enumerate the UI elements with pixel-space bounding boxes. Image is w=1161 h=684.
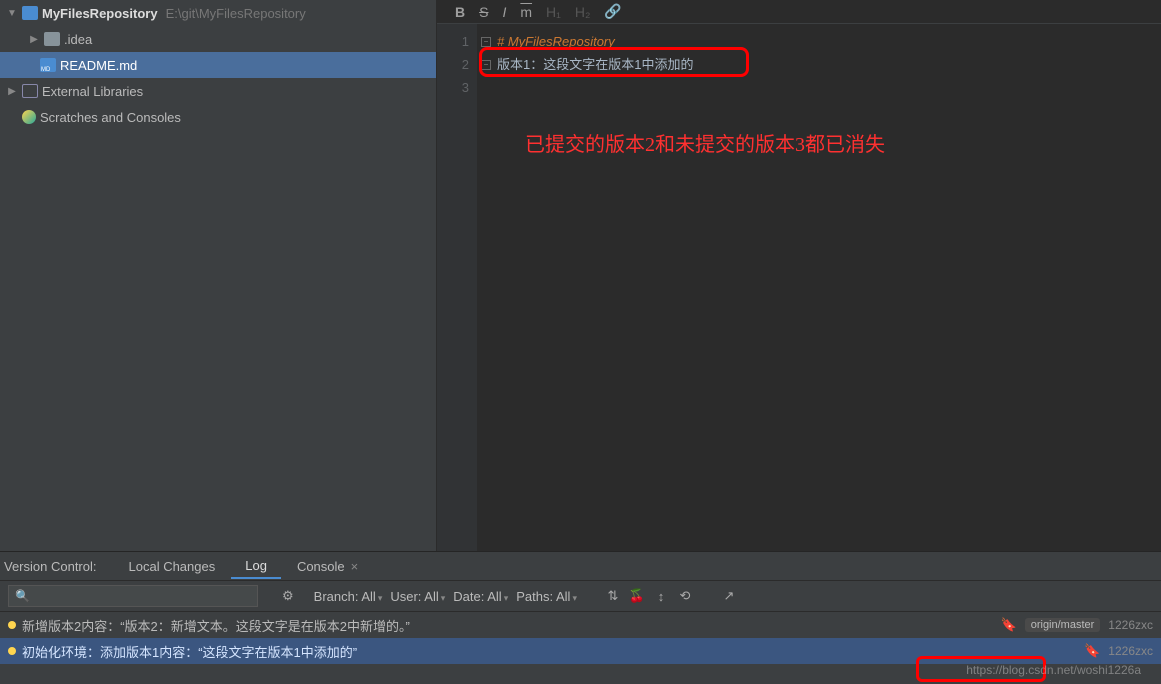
commit-dot-icon: [8, 621, 16, 629]
vc-title: Version Control:: [4, 559, 113, 574]
version-control-panel: Version Control: Local Changes Log Conso…: [0, 551, 1161, 684]
link-button[interactable]: 🔗: [604, 3, 621, 20]
vc-tab-bar: Version Control: Local Changes Log Conso…: [0, 552, 1161, 580]
markdown-toolbar: B S I m H₁ H₂ 🔗: [437, 0, 1161, 24]
code-button[interactable]: m: [520, 4, 532, 20]
commit-message: 初始化环境：添加版本1内容：“这段文字在版本1中添加的”: [22, 642, 357, 661]
tree-item-external-libraries[interactable]: ▶ External Libraries: [0, 78, 436, 104]
intellisort-icon[interactable]: ⇅: [605, 588, 621, 604]
search-input[interactable]: [8, 585, 258, 607]
editor-pane: B S I m H₁ H₂ 🔗 1 2 3 − # MyFilesReposit…: [437, 0, 1161, 551]
markdown-file-icon: [40, 58, 56, 72]
commit-search[interactable]: [8, 585, 258, 607]
branch-filter[interactable]: Branch: All▾: [314, 589, 383, 604]
h1-button[interactable]: H₁: [546, 4, 561, 20]
tag-icon: 🔖: [1001, 617, 1017, 633]
cherry-pick-icon[interactable]: 🍒: [629, 588, 645, 604]
line-gutter: 1 2 3: [437, 24, 477, 551]
commit-user: 1226zxc: [1108, 644, 1153, 658]
scratches-label: Scratches and Consoles: [40, 110, 181, 125]
folder-label: .idea: [64, 32, 92, 47]
code-line-2: 版本1：这段文字在版本1中添加的: [497, 53, 693, 76]
commit-message: 新增版本2内容：“版本2：新增文本。这段文字是在版本2中新增的。”: [22, 616, 410, 635]
collapse-arrow-icon[interactable]: ▶: [6, 86, 18, 97]
scratches-icon: [22, 110, 36, 124]
gear-icon[interactable]: ⚙: [282, 588, 294, 604]
collapse-arrow-icon[interactable]: ▶: [28, 34, 40, 45]
tab-local-changes[interactable]: Local Changes: [115, 555, 230, 578]
vc-filter-bar: ⚙ Branch: All▾ User: All▾ Date: All▾ Pat…: [0, 580, 1161, 612]
expand-arrow-icon[interactable]: ▼: [6, 8, 18, 19]
project-name: MyFilesRepository: [42, 6, 158, 21]
branch-label: origin/master: [1025, 618, 1101, 632]
tab-console[interactable]: Console×: [283, 555, 372, 578]
tree-item-readme[interactable]: README.md: [0, 52, 436, 78]
paths-filter[interactable]: Paths: All▾: [516, 589, 577, 604]
commit-user: 1226zxc: [1108, 618, 1153, 632]
tree-root[interactable]: ▼ MyFilesRepository E:\git\MyFilesReposi…: [0, 0, 436, 26]
file-label: README.md: [60, 58, 137, 73]
collapse-icon[interactable]: ↕: [653, 588, 669, 604]
user-filter[interactable]: User: All▾: [390, 589, 445, 604]
strikethrough-button[interactable]: S: [479, 4, 488, 20]
folder-icon: [44, 32, 60, 46]
date-filter[interactable]: Date: All▾: [453, 589, 508, 604]
code-area[interactable]: − # MyFilesRepository − 版本1：这段文字在版本1中添加的…: [477, 24, 1161, 551]
watermark-text: https://blog.csdn.net/woshi1226a: [966, 663, 1141, 677]
bold-button[interactable]: B: [455, 4, 465, 20]
editor-body[interactable]: 1 2 3 − # MyFilesRepository − 版本1：这段文字在版…: [437, 24, 1161, 551]
project-path: E:\git\MyFilesRepository: [166, 6, 306, 21]
h2-button[interactable]: H₂: [575, 4, 591, 20]
close-icon[interactable]: ×: [351, 559, 359, 574]
project-tree[interactable]: ▼ MyFilesRepository E:\git\MyFilesReposi…: [0, 0, 437, 551]
tab-log[interactable]: Log: [231, 554, 281, 579]
code-line-1: # MyFilesRepository: [497, 30, 615, 53]
italic-button[interactable]: I: [502, 4, 506, 20]
refresh-icon[interactable]: ⟲: [677, 588, 693, 604]
fold-button[interactable]: −: [481, 37, 491, 47]
library-icon: [22, 84, 38, 98]
line-number: 2: [437, 53, 469, 76]
commit-row-selected[interactable]: 初始化环境：添加版本1内容：“这段文字在版本1中添加的” 🔖 1226zxc: [0, 638, 1161, 664]
open-new-icon[interactable]: ↗: [721, 588, 737, 604]
project-folder-icon: [22, 6, 38, 20]
fold-button[interactable]: −: [481, 60, 491, 70]
line-number: 3: [437, 76, 469, 99]
tree-item-scratches[interactable]: Scratches and Consoles: [0, 104, 436, 130]
annotation-text: 已提交的版本2和未提交的版本3都已消失: [525, 134, 885, 157]
external-libraries-label: External Libraries: [42, 84, 143, 99]
commit-dot-icon: [8, 647, 16, 655]
line-number: 1: [437, 30, 469, 53]
commit-list[interactable]: 新增版本2内容：“版本2：新增文本。这段文字是在版本2中新增的。” 🔖 orig…: [0, 612, 1161, 684]
tree-item-idea[interactable]: ▶ .idea: [0, 26, 436, 52]
commit-row[interactable]: 新增版本2内容：“版本2：新增文本。这段文字是在版本2中新增的。” 🔖 orig…: [0, 612, 1161, 638]
tag-icon: 🔖: [1084, 643, 1100, 659]
